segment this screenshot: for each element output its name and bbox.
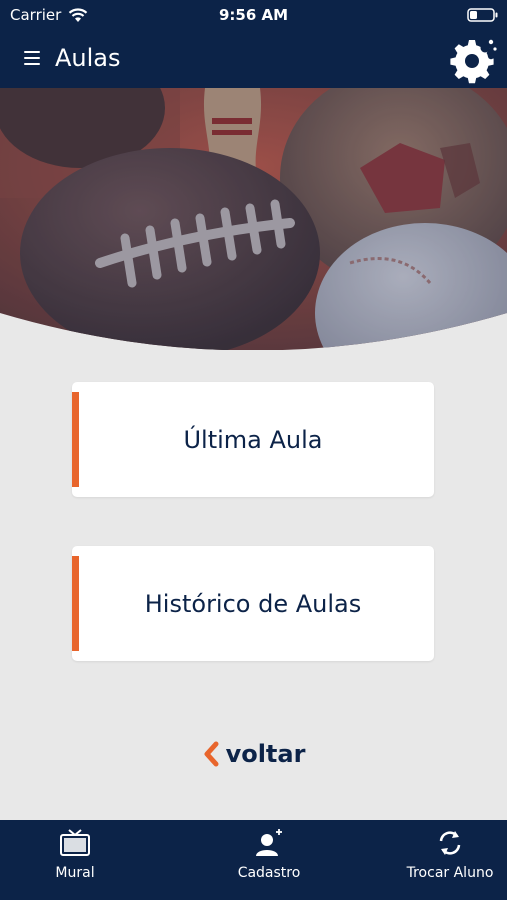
page-title: Aulas [55,44,121,72]
app-header: Aulas [0,30,507,88]
tab-cadastro-label: Cadastro [237,865,301,881]
hero-banner [0,88,507,350]
last-class-label: Última Aula [183,425,323,454]
status-bar: Carrier 9:56 AM [0,0,507,30]
refresh-icon [439,831,461,855]
back-button[interactable]: voltar [0,737,507,771]
sports-balls-image [0,88,507,350]
tv-icon [60,829,90,856]
tab-trocar-label: Trocar Aluno [406,865,494,881]
chevron-left-icon [204,741,219,767]
class-history-label: Histórico de Aulas [144,589,362,618]
gear-icon[interactable] [447,36,497,84]
tab-cadastro[interactable]: Cadastro [219,820,319,900]
tab-bar: Mural Cadastro Trocar Aluno [0,820,507,900]
status-time: 9:56 AM [218,6,289,24]
tab-mural-label: Mural [55,865,95,881]
class-history-button[interactable]: Histórico de Aulas [72,546,434,661]
tab-mural[interactable]: Mural [25,820,125,900]
back-label: voltar [225,740,306,768]
tab-trocar-aluno[interactable]: Trocar Aluno [398,820,502,900]
battery-icon [467,8,498,22]
hamburger-menu-icon[interactable] [24,51,40,65]
last-class-button[interactable]: Última Aula [72,382,434,497]
user-add-icon [256,829,282,856]
